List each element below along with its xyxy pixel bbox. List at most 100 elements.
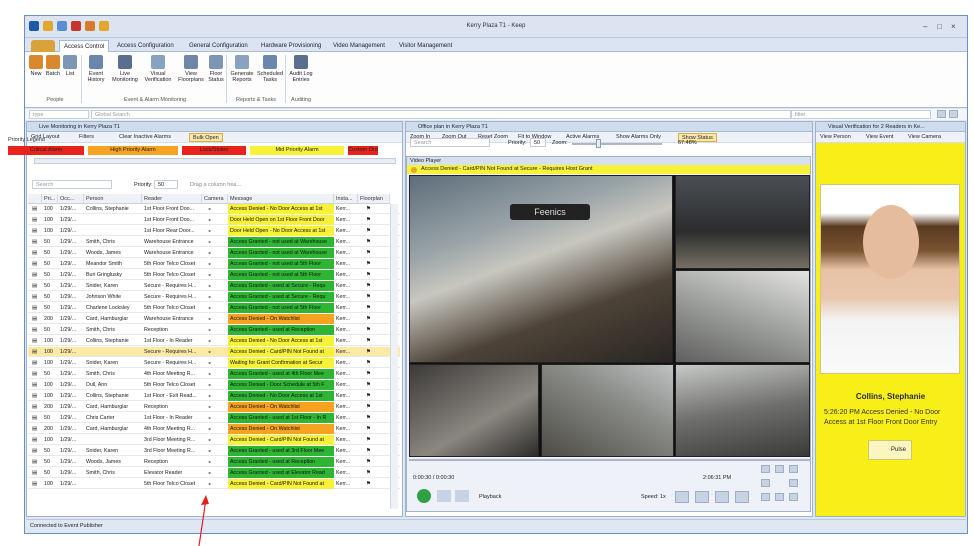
camera-icon[interactable]: ◒: [206, 336, 224, 346]
row-expand-icon[interactable]: ▤: [30, 226, 40, 236]
ptz-up-right-icon[interactable]: [789, 465, 798, 473]
zoom-slider-thumb[interactable]: [596, 139, 601, 148]
floor-status-button[interactable]: Floor Status: [207, 55, 225, 83]
audit-log-button[interactable]: Audit Log Entries: [287, 55, 315, 83]
grid-header-floorplan[interactable]: Floorplan: [358, 194, 390, 204]
camera-icon[interactable]: ◒: [206, 369, 224, 379]
camera-feed-4[interactable]: [409, 364, 539, 457]
camera-icon[interactable]: ◒: [206, 303, 224, 313]
row-expand-icon[interactable]: ▤: [30, 413, 40, 423]
new-person-button[interactable]: New: [29, 55, 43, 77]
camera-icon[interactable]: ◒: [206, 479, 224, 489]
floorplan-icon[interactable]: ⚑: [364, 369, 384, 379]
maximize-icon[interactable]: □: [937, 22, 942, 31]
export-icon[interactable]: [695, 491, 709, 503]
table-row[interactable]: ▤ 50 1/29/... Meandor Smith 5th Floor Telco …: [28, 259, 400, 269]
table-row[interactable]: ▤ 100 1/29/... Secure - Requires H... Access…: [28, 347, 400, 357]
floorplan-icon[interactable]: ⚑: [364, 292, 384, 302]
table-row[interactable]: ▤ 100 1/29/... Dull, Ann 5th Floor Telco Clo…: [28, 380, 400, 390]
floorplan-icon[interactable]: ⚑: [364, 259, 384, 269]
camera-icon[interactable]: ◒: [206, 281, 224, 291]
filter-input[interactable]: filter: [791, 110, 931, 119]
grid-header-reader[interactable]: Reader: [142, 194, 202, 204]
floorplan-icon[interactable]: ⚑: [364, 446, 384, 456]
floorplan-icon[interactable]: ⚑: [364, 215, 384, 225]
tab-hardware-provisioning[interactable]: Hardware Provisioning: [257, 40, 325, 52]
ptz-up-icon[interactable]: [775, 465, 784, 473]
row-expand-icon[interactable]: ▤: [30, 446, 40, 456]
table-row[interactable]: ▤ 100 1/29/... Collins, Stephanie 1st Floor …: [28, 391, 400, 401]
row-expand-icon[interactable]: ▤: [30, 248, 40, 258]
table-row[interactable]: ▤ 100 1/29/... Collins, Stephanie 1st Floor …: [28, 204, 400, 214]
table-row[interactable]: ▤ 50 1/29/... Snider, Karen Secure - Require…: [28, 281, 400, 291]
camera-icon[interactable]: ◒: [206, 259, 224, 269]
table-row[interactable]: ▤ 50 1/29/... Snider, Karen 3rd Floor Meetin…: [28, 446, 400, 456]
camera-icon[interactable]: ◒: [206, 226, 224, 236]
grid-header-message[interactable]: Message: [228, 194, 334, 204]
floorplan-icon[interactable]: ⚑: [364, 457, 384, 467]
view-event-button[interactable]: View Event: [866, 132, 893, 143]
camera-icon[interactable]: ◒: [206, 204, 224, 214]
row-expand-icon[interactable]: ▤: [30, 281, 40, 291]
zoom-slider[interactable]: [572, 143, 662, 145]
row-expand-icon[interactable]: ▤: [30, 325, 40, 335]
floorplan-icon[interactable]: ⚑: [364, 270, 384, 280]
table-row[interactable]: ▤ 100 1/29/... 3rd Floor Meeting R... Access…: [28, 435, 400, 445]
live-monitoring-button[interactable]: Live Monitoring: [111, 55, 139, 83]
floorplan-icon[interactable]: ⚑: [364, 281, 384, 291]
floorplan-search-input[interactable]: Search: [410, 138, 490, 147]
ptz-down-icon[interactable]: [775, 493, 784, 501]
grid-header-person[interactable]: Person: [84, 194, 142, 204]
floorplan-icon[interactable]: ⚑: [364, 424, 384, 434]
floorplan-icon[interactable]: ⚑: [364, 358, 384, 368]
row-expand-icon[interactable]: ▤: [30, 358, 40, 368]
tab-general-configuration[interactable]: General Configuration: [185, 40, 252, 52]
active-alarms-button[interactable]: Active Alarms: [566, 132, 599, 143]
camera-icon[interactable]: ◒: [206, 468, 224, 478]
camera-icon[interactable]: ◒: [206, 270, 224, 280]
table-row[interactable]: ▤ 50 1/29/... Woods, James Reception Access G…: [28, 457, 400, 467]
floorplan-icon[interactable]: ⚑: [364, 204, 384, 214]
table-row[interactable]: ▤ 100 1/29/... 1st Floor Rear Door... Door H…: [28, 226, 400, 236]
camera-icon[interactable]: ◒: [206, 391, 224, 401]
ptz-up-left-icon[interactable]: [761, 465, 770, 473]
floorplan-icon[interactable]: ⚑: [364, 479, 384, 489]
view-person-button[interactable]: View Person: [820, 132, 851, 143]
row-expand-icon[interactable]: ▤: [30, 237, 40, 247]
ptz-right-icon[interactable]: [789, 479, 798, 487]
row-expand-icon[interactable]: ▤: [30, 204, 40, 214]
floorplan-icon[interactable]: ⚑: [364, 303, 384, 313]
row-expand-icon[interactable]: ▤: [30, 336, 40, 346]
list-button[interactable]: List: [63, 55, 77, 77]
row-expand-icon[interactable]: ▤: [30, 347, 40, 357]
camera-icon[interactable]: ◒: [206, 457, 224, 467]
camera-icon[interactable]: ◒: [206, 347, 224, 357]
table-row[interactable]: ▤ 100 1/29/... 5th Floor Telco Closet Access…: [28, 479, 400, 489]
camera-feed-6[interactable]: [675, 364, 810, 457]
table-row[interactable]: ▤ 50 1/29/... Charlene Locksley 5th Floor Te…: [28, 303, 400, 313]
camera-icon[interactable]: ◒: [206, 358, 224, 368]
floorplan-icon[interactable]: ⚑: [364, 402, 384, 412]
ptz-down-left-icon[interactable]: [761, 493, 770, 501]
zoom-icon[interactable]: [715, 491, 729, 503]
global-search-input[interactable]: Global Search: [91, 110, 791, 119]
legend-scrollbar[interactable]: [34, 158, 396, 164]
camera-icon[interactable]: ◒: [206, 292, 224, 302]
camera-icon[interactable]: ◒: [206, 402, 224, 412]
table-row[interactable]: ▤ 100 1/29/... Collins, Stephanie 1st Floor …: [28, 336, 400, 346]
view-floorplans-button[interactable]: View Floorplans: [177, 55, 205, 83]
grid-header-priority[interactable]: Pri...: [42, 194, 58, 204]
row-expand-icon[interactable]: ▤: [30, 402, 40, 412]
ptz-left-icon[interactable]: [761, 479, 770, 487]
camera-feed-5[interactable]: [541, 364, 674, 457]
video-timeline[interactable]: [409, 459, 810, 461]
visual-verification-button[interactable]: Visual Verification: [141, 55, 175, 83]
table-row[interactable]: ▤ 50 1/29/... Smith, Chris Reception Access G…: [28, 325, 400, 335]
table-row[interactable]: ▤ 50 1/29/... Chris Carter 1st Floor - In Re…: [28, 413, 400, 423]
table-row[interactable]: ▤ 50 1/29/... Smith, Chris Warehouse Entranc…: [28, 237, 400, 247]
grid-header-instance[interactable]: Insta...: [334, 194, 358, 204]
row-expand-icon[interactable]: ▤: [30, 479, 40, 489]
camera-feed-main[interactable]: Feenics: [409, 175, 673, 363]
pulse-button[interactable]: Pulse: [868, 440, 912, 460]
table-row[interactable]: ▤ 200 1/29/... Card, Hamburglar Warehouse En…: [28, 314, 400, 324]
